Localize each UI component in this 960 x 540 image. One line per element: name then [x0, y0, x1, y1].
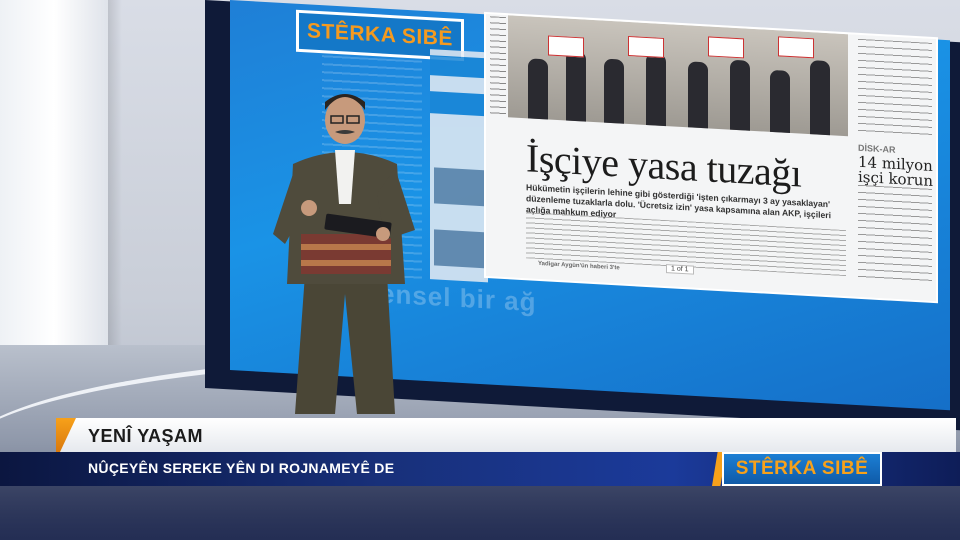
thumb-image — [434, 229, 484, 269]
photo-caption — [490, 16, 506, 118]
presenter-figure — [273, 94, 415, 414]
segment-name: YENÎ YAŞAM — [88, 426, 204, 446]
lower-third: YENÎ YAŞAM NÛÇEYÊN SEREKE YÊN DI ROJNAME… — [0, 418, 960, 540]
thumb-image — [434, 167, 484, 207]
sub-headline: 14 milyon işçi korun — [858, 152, 934, 190]
side-text — [858, 184, 932, 285]
newspaper-page: DİSK-AR 14 milyon işçi korun İşçiye yasa… — [486, 14, 936, 302]
side-text — [858, 38, 932, 139]
protest-photo — [508, 15, 848, 137]
wall-page-thumbnail — [430, 49, 488, 283]
page-indicator: 1 of 1 — [666, 264, 694, 275]
thumb-band — [430, 91, 488, 117]
program-logo: STÊRKA SIBÊ — [722, 452, 882, 486]
segment-subtitle: NÛÇEYÊN SEREKE YÊN DI ROJNAMEYÊ DE — [88, 460, 395, 476]
lower-third-base — [0, 486, 960, 540]
thumb-band — [430, 55, 488, 79]
